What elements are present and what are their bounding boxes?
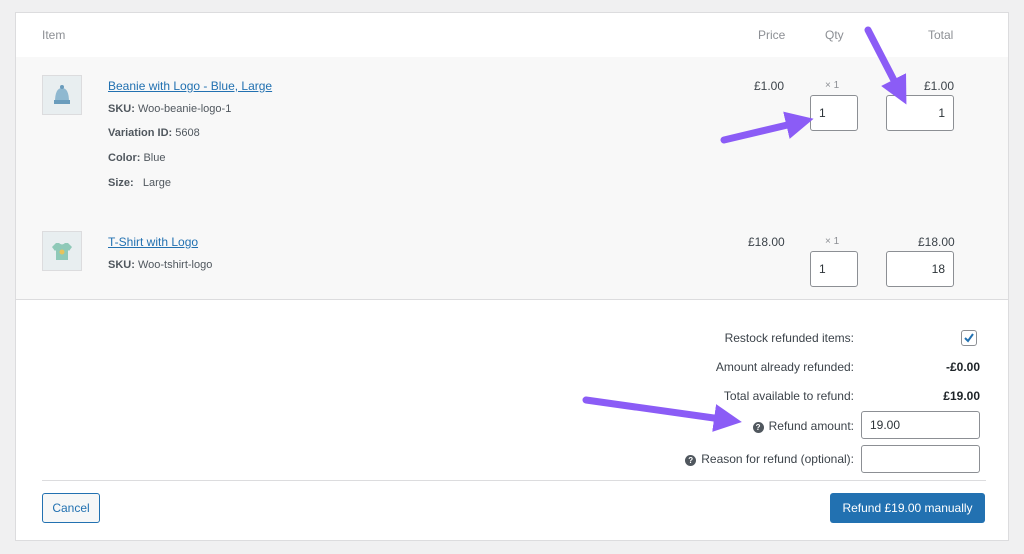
annotation-arrows	[582, 26, 907, 432]
arrow-to-qty-input	[720, 111, 814, 144]
arrow-to-total-input	[864, 26, 907, 105]
arrow-to-refund-amount	[582, 396, 742, 432]
